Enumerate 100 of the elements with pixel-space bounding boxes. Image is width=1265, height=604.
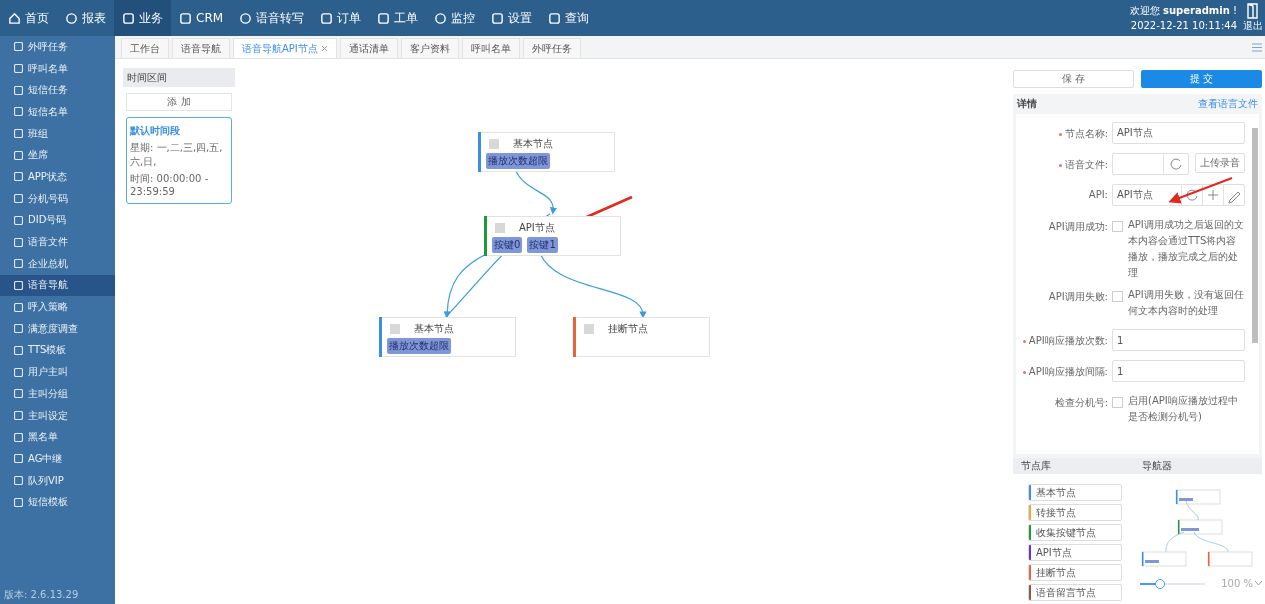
nav-item[interactable]: 业务 — [114, 0, 171, 36]
period-days: 星期: 一,二,三,四,五,六,日, — [130, 141, 228, 169]
nav-item[interactable]: 工单 — [369, 0, 427, 36]
field-label: API调用失败: — [1048, 290, 1108, 304]
period-card[interactable]: 默认时间段 星期: 一,二,三,四,五,六,日, 时间: 00:00:00 - 23:59:59 — [126, 117, 232, 204]
tab[interactable]: 语音导航 — [172, 38, 230, 58]
checkbox[interactable] — [1112, 221, 1123, 232]
scrollbar[interactable] — [1252, 128, 1258, 343]
library-node[interactable]: 基本节点 — [1028, 484, 1122, 501]
sidebar-item[interactable]: DID号码 — [0, 209, 115, 232]
file-select-field[interactable] — [1112, 153, 1189, 175]
sidebar-item[interactable]: 短信模板 — [0, 491, 115, 514]
square-icon — [377, 11, 391, 25]
node-port[interactable]: 播放次数超限 — [387, 338, 451, 354]
input-field[interactable]: API节点 — [1112, 122, 1245, 144]
sidebar-item[interactable]: 呼叫名单 — [0, 57, 115, 80]
square-icon — [320, 11, 334, 25]
nav-item[interactable]: 语音转写 — [231, 0, 313, 36]
required-mark — [1022, 339, 1026, 343]
upload-button[interactable]: 上传录音 — [1195, 153, 1245, 173]
library-node-label: API节点 — [1036, 545, 1072, 560]
api-select-field[interactable]: API节点 — [1112, 184, 1245, 206]
square-icon — [548, 11, 562, 25]
required-mark — [1058, 163, 1062, 167]
nav-item[interactable]: 设置 — [483, 0, 541, 36]
flow-node[interactable]: 基本节点 播放次数超限 — [478, 132, 615, 172]
nav-item[interactable]: 首页 — [0, 0, 57, 36]
circle-icon — [434, 11, 448, 25]
field-label: 语音文件: — [1064, 158, 1108, 172]
field-label: 检查分机号: — [1054, 396, 1108, 410]
version-text: 版本: 2.6.13.29 — [3, 588, 80, 602]
square-icon — [122, 11, 135, 25]
panel-header: 节点库 — [1013, 458, 1135, 474]
field-label: API响应播放间隔: — [1028, 365, 1108, 379]
tab[interactable]: 语音导航API节点 — [233, 38, 337, 58]
flow-node[interactable]: 基本节点 播放次数超限 — [379, 317, 516, 357]
node-port[interactable]: 按键1 — [527, 237, 558, 253]
sidebar-item[interactable]: 短信名单 — [0, 101, 115, 123]
required-mark — [1058, 132, 1062, 136]
tab[interactable]: 工作台 — [121, 38, 169, 58]
node-title: 挂断节点 — [608, 322, 648, 336]
library-node[interactable]: API节点 — [1028, 544, 1122, 561]
sidebar-item[interactable]: 分机号码 — [0, 187, 115, 210]
nav-item[interactable]: CRM — [171, 0, 232, 36]
input-field[interactable]: 1 — [1112, 329, 1245, 351]
nav-item[interactable]: 查询 — [540, 0, 598, 36]
sidebar-item[interactable]: 满意度调查 — [0, 317, 115, 340]
tab[interactable]: 呼叫名单 — [461, 38, 520, 58]
sidebar-item[interactable]: 主叫设定 — [0, 404, 115, 427]
nav-item[interactable]: 监控 — [426, 0, 484, 36]
library-node-label: 收集按键节点 — [1036, 525, 1096, 540]
sidebar-item[interactable]: 外呼任务 — [0, 36, 115, 58]
node-title: API节点 — [519, 221, 555, 235]
sidebar-item[interactable]: 呼入策略 — [0, 296, 115, 318]
sidebar-item[interactable]: 用户主叫 — [0, 361, 115, 383]
checkbox[interactable] — [1112, 291, 1123, 302]
node-port[interactable]: 按键0 — [492, 237, 523, 253]
sidebar-item[interactable]: 短信任务 — [0, 79, 115, 102]
sidebar-item[interactable]: 主叫分组 — [0, 383, 115, 405]
sidebar-item[interactable]: 语音导航 — [0, 274, 115, 297]
menu-icon[interactable] — [1252, 43, 1262, 52]
flow-node[interactable]: API节点 按键0 按键1 — [484, 216, 621, 256]
close-icon[interactable] — [320, 45, 328, 52]
welcome-text: 欢迎您 superadmin ! — [1129, 4, 1237, 18]
checkbox-label: API调用失败，没有返回任何文本内容时的处理 — [1128, 288, 1245, 318]
sidebar-item[interactable]: 坐席 — [0, 144, 115, 167]
sidebar-item[interactable]: TTS模板 — [0, 339, 115, 362]
circle-icon — [239, 11, 253, 25]
sidebar-item[interactable]: 企业总机 — [0, 252, 115, 275]
nav-item[interactable]: 报表 — [57, 0, 114, 36]
tab[interactable]: 客户资料 — [400, 38, 459, 58]
node-port[interactable]: 播放次数超限 — [486, 153, 550, 169]
sidebar-item[interactable]: 队列VIP — [0, 469, 115, 492]
submit-button[interactable]: 提 交 — [1141, 70, 1262, 88]
panel-header: 导航器 — [1134, 458, 1262, 474]
sidebar-item[interactable]: 黑名单 — [0, 426, 115, 449]
sidebar-item[interactable]: 语音文件 — [0, 231, 115, 253]
add-button[interactable]: 添 加 — [126, 93, 232, 111]
flow-node[interactable]: 挂断节点 — [573, 317, 710, 357]
library-node[interactable]: 收集按键节点 — [1028, 524, 1122, 541]
library-node-label: 基本节点 — [1036, 485, 1076, 500]
sidebar-item[interactable]: APP状态 — [0, 166, 115, 188]
square-icon — [491, 11, 505, 25]
tab[interactable]: 外呼任务 — [522, 38, 581, 58]
node-icon — [584, 324, 594, 334]
tab[interactable]: 通话清单 — [339, 38, 398, 58]
nav-item[interactable]: 订单 — [312, 0, 370, 36]
checkbox[interactable] — [1112, 397, 1123, 408]
save-button[interactable]: 保 存 — [1013, 70, 1134, 88]
sidebar-item[interactable]: AG中继 — [0, 448, 115, 470]
library-node[interactable]: 转接节点 — [1028, 504, 1122, 521]
node-icon — [495, 223, 505, 233]
logout-button[interactable]: 退出 — [1241, 3, 1265, 33]
input-field[interactable]: 1 — [1112, 360, 1245, 382]
library-node[interactable]: 语音留言节点 — [1028, 584, 1122, 601]
library-node[interactable]: 挂断节点 — [1028, 564, 1122, 581]
sidebar-item[interactable]: 班组 — [0, 122, 115, 145]
slider-thumb[interactable] — [1154, 578, 1165, 589]
door-icon — [1246, 3, 1260, 19]
field-label: API: — [1088, 189, 1108, 200]
